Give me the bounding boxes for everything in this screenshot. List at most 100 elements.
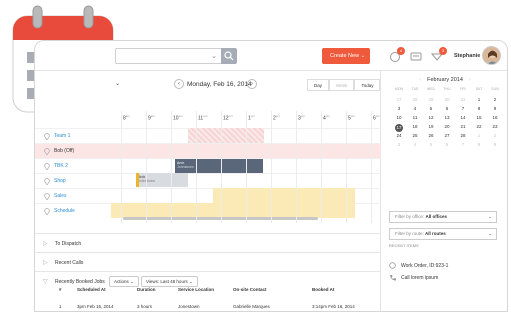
day-cell[interactable]: 27 <box>391 97 407 102</box>
day-cell[interactable]: 12 <box>423 115 439 120</box>
day-cell[interactable]: 27 <box>439 133 455 138</box>
location-pin-icon <box>44 163 50 170</box>
resource-label[interactable]: TBK 2 <box>54 163 68 169</box>
day-cell[interactable]: 24 <box>391 133 407 138</box>
job-event[interactable]: Arch.Johnstown <box>175 159 263 173</box>
hour-label: 1pm <box>248 114 255 122</box>
resource-row: Bob (Off) <box>35 143 381 158</box>
resource-label[interactable]: Bob (Off) <box>54 148 74 154</box>
search-button[interactable] <box>221 48 237 64</box>
day-cell[interactable]: 30 <box>439 97 455 102</box>
day-cell[interactable]: 5 <box>423 106 439 111</box>
day-cell[interactable]: 8 <box>471 142 487 147</box>
view-week-button[interactable]: Week <box>329 79 355 91</box>
weekday-label: SAT <box>475 87 483 91</box>
day-cell[interactable]: 6 <box>439 142 455 147</box>
chevron-down-icon[interactable]: ⌄ <box>211 52 217 60</box>
notifications-icon[interactable]: 4 <box>389 47 405 62</box>
recent-calls-section[interactable]: ▷ Recent Calls <box>35 252 381 271</box>
unavailable-block <box>188 128 264 143</box>
day-cell[interactable]: 4 <box>407 106 423 111</box>
views-dropdown[interactable]: Views: Last 48 hours ⌄ <box>141 276 198 287</box>
column-header[interactable]: # <box>59 287 62 292</box>
day-cell[interactable]: 4 <box>407 142 423 147</box>
resource-row: Shop <box>35 173 381 188</box>
work-order-icon <box>389 262 396 269</box>
day-cell[interactable]: 5 <box>423 142 439 147</box>
resource-label[interactable]: Sales <box>54 193 67 199</box>
hour-label: 4pm <box>323 114 330 122</box>
day-cell[interactable]: 6 <box>439 106 455 111</box>
hour-label: 9am <box>148 114 155 122</box>
day-cell[interactable]: 3 <box>391 142 407 147</box>
day-cell[interactable]: 3 <box>391 106 407 111</box>
day-cell[interactable]: 7 <box>455 106 471 111</box>
day-cell[interactable]: 16 <box>487 115 503 120</box>
office-filter-select[interactable]: Filter by office: All offices ⌄ <box>389 211 497 223</box>
column-header[interactable]: Scheduled At <box>77 287 106 292</box>
resource-label[interactable]: Shop <box>54 178 66 184</box>
view-select-chevron[interactable]: ⌄ <box>115 80 120 87</box>
day-cell[interactable]: 22 <box>471 124 487 129</box>
hour-label: 5pm <box>348 114 355 122</box>
prev-day-button[interactable]: ‹ <box>174 79 184 89</box>
avatar[interactable] <box>482 46 501 65</box>
create-new-button[interactable]: Create New ⌄ <box>322 48 370 64</box>
next-month-button[interactable]: › <box>469 77 471 83</box>
day-cell[interactable]: 20 <box>439 124 455 129</box>
column-header[interactable]: Booked At <box>312 287 334 292</box>
weekday-label: SUN <box>491 87 499 91</box>
next-day-button[interactable]: › <box>247 79 257 89</box>
recent-item[interactable]: Call lorem ipsum <box>401 275 438 281</box>
day-cell[interactable]: 9 <box>487 142 503 147</box>
resource-label[interactable]: Team 1 <box>54 133 70 139</box>
actions-dropdown[interactable]: Actions ⌄ <box>109 276 139 287</box>
today-button[interactable]: Today <box>354 79 381 91</box>
day-cell[interactable]: 1 <box>471 97 487 102</box>
day-cell[interactable]: 2 <box>487 133 503 138</box>
column-header[interactable]: Duration <box>137 287 156 292</box>
day-cell[interactable]: 10 <box>391 115 407 120</box>
table-cell: 3pm Feb 16, 2014 <box>77 304 114 309</box>
location-pin-icon <box>44 133 50 140</box>
user-name[interactable]: Stephanie <box>454 53 480 59</box>
availability-block <box>213 188 355 203</box>
day-cell[interactable]: 31 <box>455 97 471 102</box>
day-cell[interactable]: 28 <box>455 133 471 138</box>
day-cell[interactable]: 28 <box>407 97 423 102</box>
search-input[interactable]: ⌄ <box>115 48 221 64</box>
day-cell[interactable]: 13 <box>439 115 455 120</box>
day-cell[interactable]: 11 <box>407 115 423 120</box>
resource-label[interactable]: Schedule <box>54 208 75 214</box>
route-filter-select[interactable]: Filter by route: All routes ⌄ <box>389 228 497 240</box>
event-status-stripe <box>136 173 139 187</box>
column-header[interactable]: Service Location <box>178 287 214 292</box>
mail-icon[interactable]: 3 <box>430 47 447 62</box>
job-event[interactable]: Arch.Johnstown <box>136 173 188 187</box>
section-title: Recently Booked Jobs <box>55 279 105 285</box>
hour-label: 3pm <box>298 114 305 122</box>
prev-month-button[interactable]: ‹ <box>419 77 421 83</box>
day-cell[interactable]: 14 <box>455 115 471 120</box>
collapse-icon[interactable]: ▽ <box>43 278 48 285</box>
recent-item[interactable]: Work Order, ID:923-1 <box>401 263 448 269</box>
day-cell[interactable]: 25 <box>407 133 423 138</box>
hour-gridline <box>221 111 222 223</box>
column-header[interactable]: On-site Contact <box>233 287 267 292</box>
to-dispatch-section[interactable]: ▷ To Dispatch <box>35 233 381 252</box>
day-cell[interactable]: 29 <box>423 97 439 102</box>
day-cell[interactable]: 1 <box>471 133 487 138</box>
view-day-button[interactable]: Day <box>307 79 330 91</box>
day-cell[interactable]: 8 <box>471 106 487 111</box>
day-cell[interactable]: 7 <box>455 142 471 147</box>
day-cell[interactable]: 26 <box>423 133 439 138</box>
day-cell[interactable]: 17 <box>391 124 407 132</box>
day-cell[interactable]: 23 <box>487 124 503 129</box>
day-cell[interactable]: 9 <box>487 106 503 111</box>
day-cell[interactable]: 15 <box>471 115 487 120</box>
day-cell[interactable]: 21 <box>455 124 471 129</box>
chat-icon[interactable] <box>410 50 422 62</box>
day-cell[interactable]: 19 <box>423 124 439 129</box>
day-cell[interactable]: 18 <box>407 124 423 129</box>
day-cell[interactable]: 2 <box>487 97 503 102</box>
